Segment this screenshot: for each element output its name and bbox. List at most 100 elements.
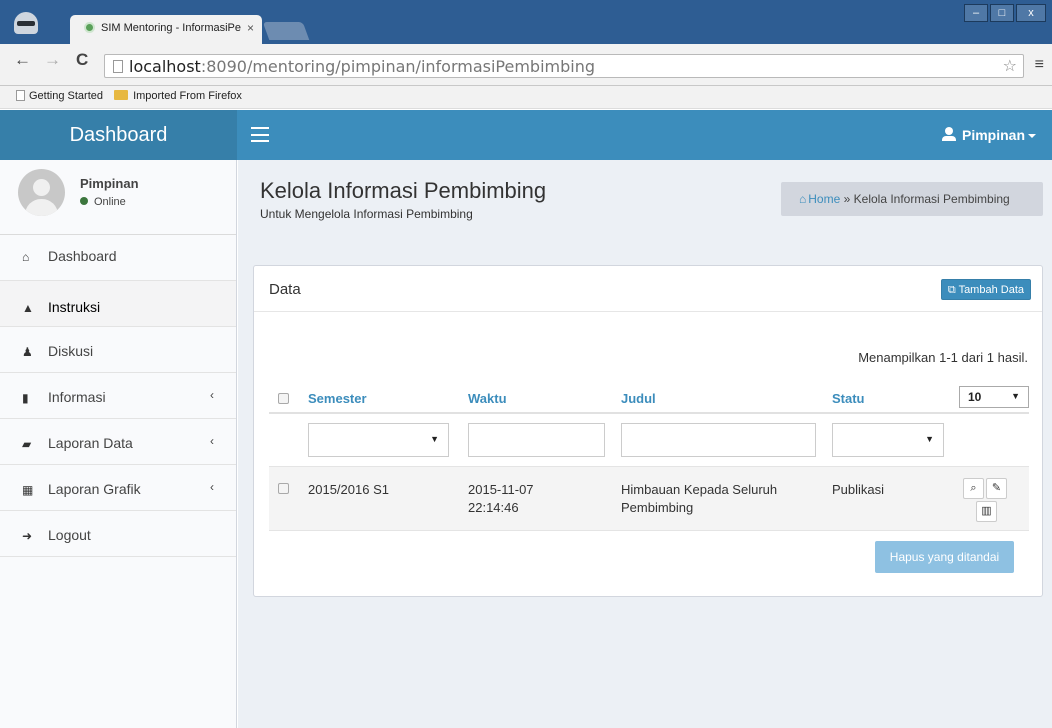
new-tab-button[interactable] [262, 22, 310, 40]
favicon-icon [84, 22, 95, 33]
chevron-left-icon: ‹ [210, 388, 214, 402]
sidebar-item-label: Logout [48, 527, 91, 543]
online-status-icon [80, 197, 88, 205]
breadcrumb: ⌂ Home » Kelola Informasi Pembimbing [781, 182, 1043, 216]
waktu-filter-input[interactable] [468, 423, 605, 457]
page-title: Kelola Informasi Pembimbing [260, 178, 547, 203]
status-cell: Publikasi [832, 482, 885, 497]
view-icon[interactable]: ⌕ [963, 478, 984, 499]
reload-icon[interactable]: C [76, 50, 88, 70]
page-size-select[interactable]: 10 ▼ [959, 386, 1029, 408]
user-status-label: Online [94, 196, 126, 208]
user-status: Online [80, 196, 126, 208]
edit-icon[interactable]: ✎ [986, 478, 1007, 499]
sidebar-menu: ⌂ Dashboard ▲ Instruksi ♟ Diskusi ▮ Informas… [0, 235, 236, 557]
data-box: Data ⧉ Tambah Data Menampilkan 1-1 dari … [253, 265, 1043, 597]
chevron-left-icon: ‹ [210, 480, 214, 494]
sidebar-item-label: Diskusi [48, 343, 94, 359]
minimize-button[interactable]: – [964, 4, 988, 22]
dropdown-arrow-icon: ▼ [925, 434, 934, 444]
sidebar-item-instruksi[interactable]: ▲ Instruksi [0, 281, 236, 327]
page-icon [16, 90, 25, 101]
caret-down-icon [1028, 134, 1036, 138]
url-path: :8090/mentoring/pimpinan/informasiPembim… [200, 57, 596, 76]
user-menu[interactable]: Pimpinan [941, 110, 1036, 160]
sidebar-item-laporan-data[interactable]: ▰ Laporan Data ‹ [0, 419, 236, 465]
column-header-status[interactable]: Statu [832, 391, 865, 406]
window-controls: – □ x [964, 4, 1046, 22]
group-icon: ♟ [22, 345, 33, 359]
column-header-waktu[interactable]: Waktu [468, 391, 507, 406]
delete-selected-button[interactable]: Hapus yang ditandai [875, 541, 1014, 573]
close-window-button[interactable]: x [1016, 4, 1046, 22]
bookmark-getting-started[interactable]: Getting Started [16, 90, 103, 102]
bookmark-label: Getting Started [29, 90, 103, 102]
sidebar-item-diskusi[interactable]: ♟ Diskusi [0, 327, 236, 373]
sidebar-item-informasi[interactable]: ▮ Informasi ‹ [0, 373, 236, 419]
app-logo[interactable]: Dashboard [0, 110, 237, 160]
page-subtitle: Untuk Mengelola Informasi Pembimbing [260, 207, 473, 221]
tab-close-icon[interactable]: × [247, 21, 254, 35]
semester-cell: 2015/2016 S1 [308, 482, 389, 497]
sidebar-item-logout[interactable]: ➜ Logout [0, 511, 236, 557]
forward-icon[interactable]: → [44, 50, 61, 70]
dropdown-arrow-icon: ▼ [1011, 391, 1020, 401]
incognito-icon [14, 12, 38, 34]
table-row: 2015/2016 S1 2015-11-07 22:14:46 Himbauan… [269, 466, 1029, 531]
column-header-semester[interactable]: Semester [308, 391, 367, 406]
add-data-label: Tambah Data [958, 284, 1024, 296]
browser-titlebar: SIM Mentoring - InformasiPe × – □ x [0, 0, 1052, 44]
status-filter-select[interactable]: ▼ [832, 423, 944, 457]
sidebar-item-dashboard[interactable]: ⌂ Dashboard [0, 235, 236, 281]
delete-icon[interactable]: ▥ [976, 501, 997, 522]
header-divider [269, 412, 1029, 414]
dropdown-arrow-icon: ▼ [430, 434, 439, 444]
row-checkbox[interactable] [278, 483, 289, 494]
chevron-left-icon: ‹ [210, 434, 214, 448]
bookmarks-bar: Getting Started Imported From Firefox [0, 86, 1052, 109]
breadcrumb-separator: » [843, 192, 851, 206]
sidebar-item-label: Laporan Data [48, 435, 133, 451]
sidebar-toggle-icon[interactable] [251, 127, 269, 142]
url-host: localhost [129, 57, 201, 76]
bookmark-star-icon[interactable]: ☆ [1003, 56, 1017, 75]
user-panel: Pimpinan Online [0, 160, 236, 235]
avatar [18, 169, 65, 216]
back-icon[interactable]: ← [14, 50, 31, 70]
folder-icon [114, 90, 129, 100]
judul-cell: Himbauan Kepada Seluruh Pembimbing [621, 481, 777, 517]
sidebar-item-label: Instruksi [48, 299, 101, 315]
warning-icon: ▲ [22, 301, 34, 315]
bookmark-label: Imported From Firefox [133, 90, 242, 102]
breadcrumb-current: Kelola Informasi Pembimbing [853, 192, 1010, 206]
sign-out-icon: ➜ [22, 529, 33, 543]
home-icon: ⌂ [22, 250, 30, 264]
select-all-checkbox[interactable] [278, 393, 289, 404]
tab-title: SIM Mentoring - InformasiPe [101, 22, 241, 34]
bookmark-imported-folder[interactable]: Imported From Firefox [114, 90, 242, 102]
waktu-time: 22:14:46 [468, 500, 519, 515]
semester-filter-select[interactable]: ▼ [308, 423, 449, 457]
user-name: Pimpinan [80, 176, 139, 191]
sidebar-item-label: Informasi [48, 389, 106, 405]
maximize-button[interactable]: □ [990, 4, 1014, 22]
copy-icon: ⧉ [947, 284, 956, 296]
main-content: Kelola Informasi Pembimbing Untuk Mengel… [238, 160, 1052, 728]
judul-line-2: Pembimbing [621, 500, 694, 515]
sidebar-item-label: Laporan Grafik [48, 481, 141, 497]
judul-line-1: Himbauan Kepada Seluruh [621, 482, 778, 497]
bar-chart-icon: ▦ [22, 483, 34, 497]
add-data-button[interactable]: ⧉ Tambah Data [940, 279, 1031, 300]
waktu-cell: 2015-11-07 22:14:46 [468, 481, 534, 517]
browser-tab[interactable]: SIM Mentoring - InformasiPe × [70, 15, 262, 44]
address-bar[interactable]: localhost:8090/mentoring/pimpinan/inform… [104, 54, 1024, 78]
sidebar: Pimpinan Online ⌂ Dashboard ▲ Instruksi ♟ D… [0, 160, 237, 728]
breadcrumb-home-link[interactable]: Home [808, 192, 840, 206]
column-header-judul[interactable]: Judul [621, 391, 656, 406]
sidebar-item-laporan-grafik[interactable]: ▦ Laporan Grafik ‹ [0, 465, 236, 511]
browser-menu-icon[interactable]: ≡ [1035, 56, 1044, 74]
box-header: Data ⧉ Tambah Data [254, 266, 1042, 312]
judul-filter-input[interactable] [621, 423, 816, 457]
file-icon: ▮ [22, 391, 29, 405]
page-icon [113, 60, 123, 73]
